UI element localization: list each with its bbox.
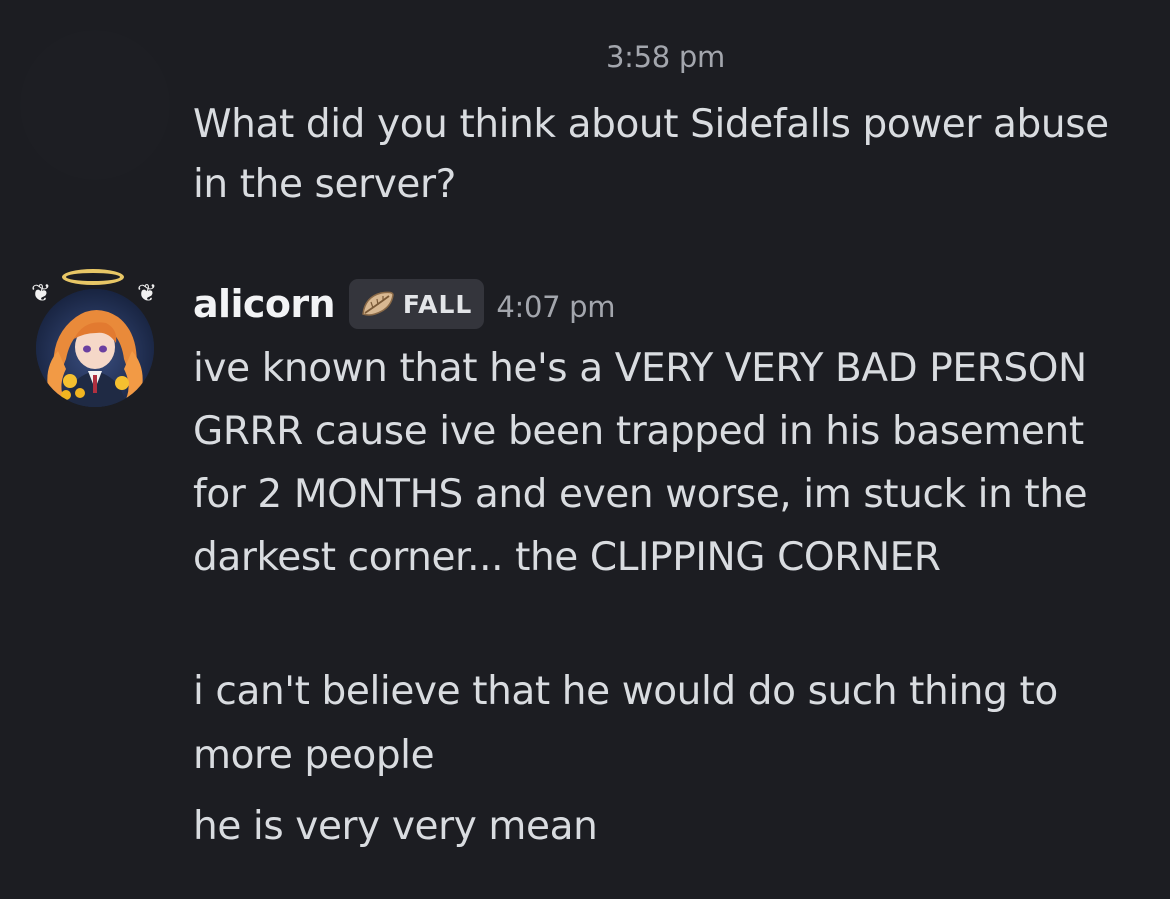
previous-message-text[interactable]: What did you think about Sidefalls power… <box>193 95 1133 215</box>
wing-right-icon: ❦ <box>136 279 158 307</box>
leaf-icon <box>362 291 394 316</box>
wing-left-icon: ❦ <box>30 279 52 307</box>
message-text[interactable]: he is very very mean <box>193 795 1138 858</box>
previous-avatar-placeholder <box>20 30 170 180</box>
message-timestamp: 4:07 pm <box>496 290 616 324</box>
message-text[interactable]: ive known that he's a VERY VERY BAD PERS… <box>193 337 1138 589</box>
role-tag[interactable]: FALL <box>348 279 485 329</box>
halo-icon <box>62 269 124 285</box>
message-header: alicorn FALL 4:07 pm <box>193 276 616 332</box>
avatar-image[interactable] <box>36 289 154 407</box>
previous-message-timestamp: 3:58 pm <box>606 40 725 74</box>
chat-log: 3:58 pm What did you think about Sidefal… <box>0 0 1170 899</box>
author-name[interactable]: alicorn <box>193 282 336 326</box>
message-text[interactable]: i can't believe that he would do such th… <box>193 660 1138 788</box>
role-tag-label: FALL <box>402 289 473 319</box>
avatar[interactable]: ❦ ❦ <box>28 265 168 410</box>
